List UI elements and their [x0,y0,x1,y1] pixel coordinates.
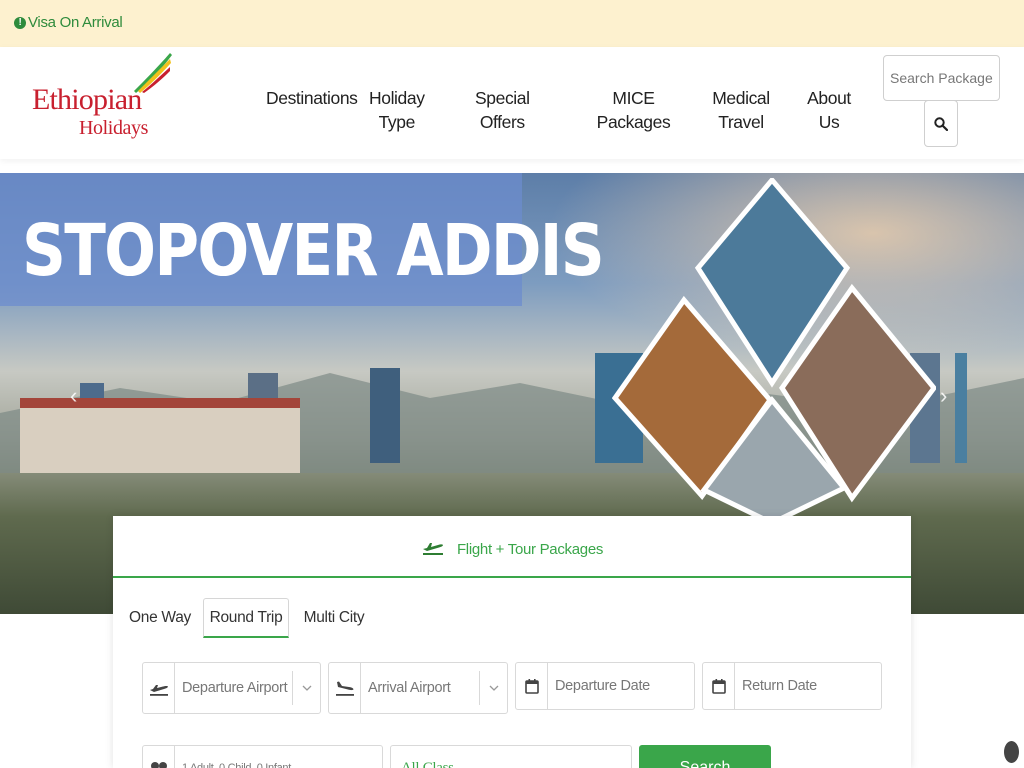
site-header: Ethiopian Holidays Destinations Holiday … [0,47,1024,159]
departure-airport-select[interactable]: Departure Airport [142,662,321,714]
trip-option-round-trip-label: Round Trip [209,608,283,626]
plane-arrival-icon [329,663,361,713]
trip-option-round-trip[interactable]: Round Trip [203,598,289,638]
chevron-down-icon [292,671,320,705]
hero-title: STOPOVER ADDIS [22,209,605,292]
search-packages-input[interactable] [883,55,1000,101]
calendar-icon [516,663,548,709]
search-flights-button[interactable]: Search [639,745,771,768]
magnifier-icon [934,116,948,131]
search-packages-button[interactable] [924,100,958,147]
ethiopian-holidays-logo[interactable]: Ethiopian Holidays [30,51,175,143]
booking-panel: Flight + Tour Packages One Way Round Tri… [113,516,911,768]
return-date-placeholder: Return Date [742,678,817,694]
nav-mice-packages[interactable]: MICE Packages [596,86,671,134]
notice-bar: ! Visa On Arrival [0,0,1024,47]
tab-flight-tour-label: Flight + Tour Packages [456,540,604,558]
users-icon [143,746,175,768]
trip-option-one-way-label: One Way [129,609,191,626]
nav-destinations[interactable]: Destinations [266,86,358,110]
departure-date-placeholder: Departure Date [555,678,650,694]
nav-special-offers-label: Special Offers [475,88,530,132]
nav-about-line1: About [807,88,851,108]
nav-holiday-type[interactable]: Holiday Type [369,86,425,134]
passengers-value: 1 Adult, 0 Child, 0 Infant [182,762,292,768]
departure-date-field[interactable]: Departure Date [515,662,695,710]
calendar-icon [703,663,735,709]
nav-about-line2: Us [818,112,840,132]
search-flights-label: Search [679,759,731,768]
nav-medical-line2: Travel [718,112,764,132]
hero-diamond-collage [612,178,936,518]
chevron-down-icon [479,671,507,705]
chevron-left-icon[interactable]: ‹ [70,383,77,409]
nav-mice-line2: Packages [596,112,671,132]
nav-destinations-label: Destinations [266,88,358,108]
nav-medical-travel[interactable]: Medical Travel [706,86,776,134]
nav-medical-line1: Medical [712,88,770,108]
visa-on-arrival-label: Visa On Arrival [28,14,123,31]
trip-option-one-way[interactable]: One Way [127,598,193,638]
trip-option-multi-city[interactable]: Multi City [301,598,367,638]
cabin-class-value: All Class [401,760,454,768]
hero-title-background: STOPOVER ADDIS [0,173,605,306]
cabin-class-select[interactable]: All Class [390,745,632,768]
visa-on-arrival-link[interactable]: ! Visa On Arrival [14,14,123,31]
return-date-field[interactable]: Return Date [702,662,882,710]
nav-about-us[interactable]: About Us [804,86,854,134]
plane-departure-icon [143,663,175,713]
passengers-select[interactable]: 1 Adult, 0 Child, 0 Infant [142,745,383,768]
nav-holiday-type-label: Holiday Type [369,88,425,132]
nav-special-offers[interactable]: Special Offers [475,86,530,134]
plane-takeoff-icon [422,543,443,555]
nav-mice-line1: MICE [612,88,655,108]
chat-widget-icon[interactable] [1004,741,1019,763]
logo-wordmark: Ethiopian [32,83,142,116]
chevron-right-icon[interactable]: › [940,383,947,409]
arrival-airport-select[interactable]: Arrival Airport [328,662,508,714]
logo-subtitle: Holidays [79,117,149,139]
departure-airport-placeholder: Departure Airport [182,680,288,696]
arrival-airport-placeholder: Arrival Airport [368,680,451,696]
info-circle-icon: ! [14,16,26,29]
trip-option-multi-city-label: Multi City [303,609,365,626]
tab-flight-tour-packages[interactable]: Flight + Tour Packages [113,516,911,578]
